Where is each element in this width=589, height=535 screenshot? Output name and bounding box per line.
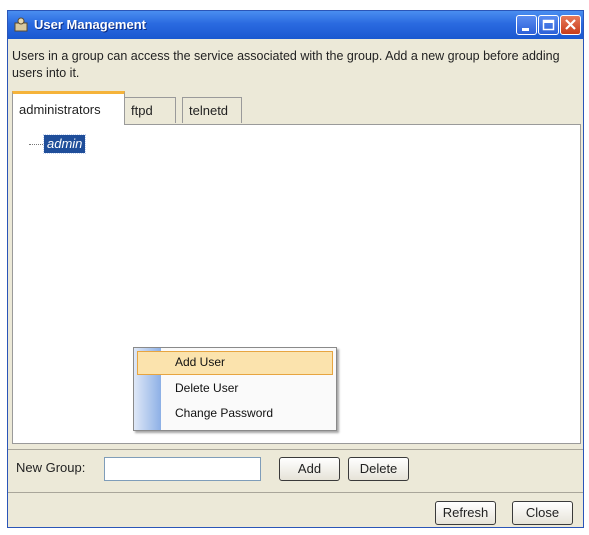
user-management-window: User Management Users in a group can acc… xyxy=(7,10,584,528)
users-tree-panel: admin Add User Delete User Change Passwo… xyxy=(12,124,581,444)
description-text: Users in a group can access the service … xyxy=(12,49,560,80)
tab-administrators[interactable]: administrators xyxy=(12,91,125,125)
close-button[interactable]: Close xyxy=(512,501,573,525)
tab-ftpd[interactable]: ftpd xyxy=(124,97,176,123)
context-menu: Add User Delete User Change Password xyxy=(133,347,337,431)
menu-item-delete-user[interactable]: Delete User xyxy=(137,377,333,401)
menu-item-add-user[interactable]: Add User xyxy=(137,351,333,375)
divider xyxy=(8,449,583,450)
add-group-button[interactable]: Add xyxy=(279,457,340,481)
new-group-input[interactable] xyxy=(104,457,261,481)
window-title: User Management xyxy=(34,17,146,32)
maximize-button[interactable] xyxy=(538,15,559,35)
menu-item-change-password[interactable]: Change Password xyxy=(137,402,333,426)
app-icon xyxy=(14,17,28,32)
refresh-button[interactable]: Refresh xyxy=(435,501,496,525)
minimize-button[interactable] xyxy=(516,15,537,35)
new-group-label: New Group: xyxy=(16,460,86,475)
close-window-button[interactable] xyxy=(560,15,581,35)
tab-telnetd[interactable]: telnetd xyxy=(182,97,242,123)
title-bar[interactable]: User Management xyxy=(8,11,583,39)
tree-node-admin[interactable]: admin xyxy=(42,134,87,154)
delete-group-button[interactable]: Delete xyxy=(348,457,409,481)
tree-connector xyxy=(29,144,43,145)
footer-bar xyxy=(8,492,583,528)
